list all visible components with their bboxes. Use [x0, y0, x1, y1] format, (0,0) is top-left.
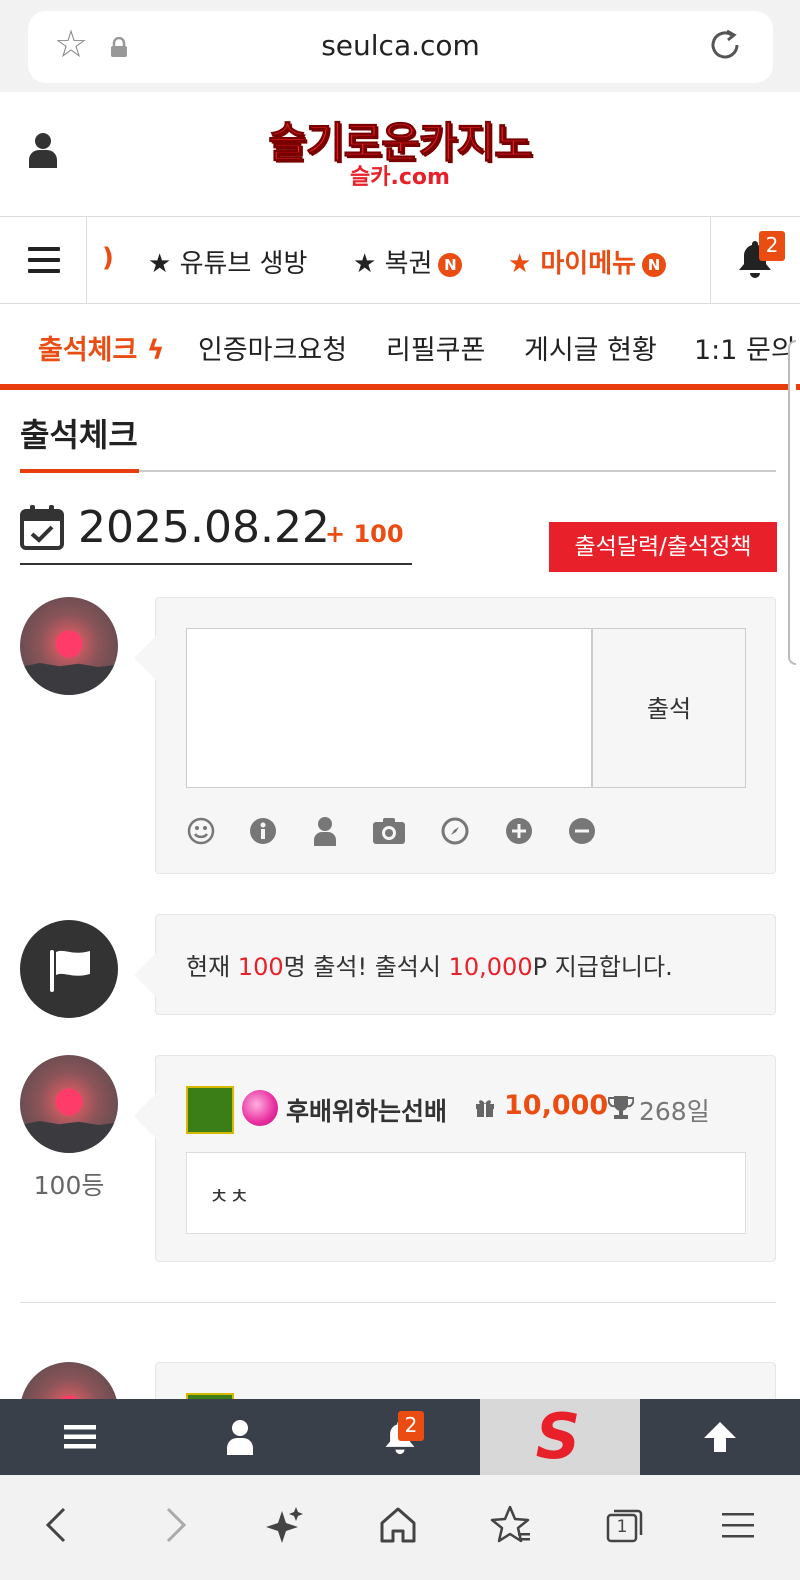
bookmarks-icon[interactable]	[490, 1503, 534, 1547]
nav-item-clipped[interactable]: )	[102, 243, 114, 273]
title-underline	[20, 469, 139, 473]
new-badge: N	[642, 252, 667, 277]
entry-comment: ㅊㅊ	[209, 1185, 250, 1210]
nav-item-youtube[interactable]: ★ 유튜브 생방	[148, 243, 307, 280]
smile-icon[interactable]	[186, 816, 216, 846]
site-header: 슬기로운카지노 슬카.com	[0, 92, 800, 216]
attendance-entry-card: 후배위하는선배 10,000 268일 ㅊㅊ	[134, 1055, 776, 1262]
scrollbar[interactable]	[788, 340, 796, 665]
reload-icon[interactable]	[705, 25, 745, 65]
entry-comment-box: ㅊㅊ	[186, 1152, 746, 1234]
plus-circle-icon[interactable]	[504, 816, 534, 846]
nav-item-label: ★ 유튜브 생방	[148, 249, 308, 279]
notice-card: 현재 100명 출석! 출석시 10,000P 지급합니다.	[134, 914, 776, 1015]
hamburger-icon	[28, 247, 60, 273]
user-icon[interactable]	[310, 816, 340, 846]
ai-sparkle-icon[interactable]	[262, 1503, 306, 1547]
avatar	[20, 597, 118, 695]
notifications-button[interactable]: 2	[710, 217, 800, 303]
browser-address-bar: ☆ seulca.com	[0, 0, 800, 92]
scroll-top-button[interactable]	[640, 1399, 800, 1475]
attendance-date: 2025.08.22	[78, 502, 330, 553]
nav-scroller[interactable]: ) ★ 유튜브 생방 ★ 복권 N ★ 마이메뉴 N	[88, 217, 710, 303]
avatar[interactable]	[20, 1055, 118, 1153]
bottom-home-logo[interactable]: S	[480, 1399, 640, 1475]
url-text[interactable]: seulca.com	[28, 29, 773, 62]
attendance-notice: 현재 100명 출석! 출석시 10,000P 지급합니다.	[186, 953, 673, 981]
lightning-icon: ϟ	[146, 335, 165, 366]
tabs-button[interactable]: 1	[602, 1503, 646, 1547]
tab-certification[interactable]: 인증마크요청	[198, 328, 347, 367]
tab-count: 1	[616, 1517, 628, 1537]
tab-refill-coupon[interactable]: 리필쿠폰	[386, 328, 485, 367]
nav-item-label: ★ 마이메뉴	[508, 249, 637, 279]
rank-label: 100등	[33, 1171, 105, 1200]
site-logo[interactable]: 슬기로운카지노 슬카.com	[255, 118, 545, 198]
flag-avatar	[20, 920, 118, 1018]
browser-menu-icon[interactable]	[716, 1503, 760, 1547]
site-bottom-bar: 2 S	[0, 1399, 800, 1475]
bottom-notifications-button[interactable]: 2	[320, 1399, 480, 1475]
arrow-up-icon	[704, 1422, 736, 1452]
minus-circle-icon[interactable]	[567, 816, 597, 846]
tab-attendance[interactable]: 출석체크 ϟ	[38, 328, 165, 367]
browser-toolbar: 1	[0, 1475, 800, 1580]
attend-submit-button[interactable]: 출석	[592, 628, 746, 788]
comment-input[interactable]	[186, 628, 592, 788]
back-icon[interactable]	[36, 1503, 80, 1547]
hamburger-icon	[64, 1425, 96, 1449]
comment-toolbar	[186, 816, 606, 850]
logo-text: 슬기로운카지노	[268, 118, 533, 167]
user-icon[interactable]	[28, 132, 58, 168]
sub-tabs: 출석체크 ϟ 인증마크요청 리필쿠폰 게시글 현황 1:1 문의	[0, 304, 800, 390]
trophy-icon	[608, 1096, 634, 1119]
attendance-policy-button[interactable]: 출석달력/출석정책	[549, 522, 777, 572]
points-awarded: 10,000	[504, 1090, 609, 1121]
new-badge: N	[438, 252, 463, 277]
gift-icon	[476, 1100, 494, 1117]
bottom-menu-button[interactable]	[0, 1399, 160, 1475]
info-icon[interactable]	[248, 816, 278, 846]
nav-item-label: ★ 복권	[353, 249, 433, 279]
tab-inquiry[interactable]: 1:1 문의	[694, 328, 796, 367]
logo-domain: 슬카.com	[350, 165, 450, 190]
level-badge-icon	[186, 1086, 234, 1134]
main-nav: ) ★ 유튜브 생방 ★ 복권 N ★ 마이메뉴 N 2	[0, 216, 800, 304]
tab-label: 출석체크	[38, 335, 138, 366]
consecutive-days: 268일	[639, 1097, 710, 1126]
camera-icon[interactable]	[372, 816, 406, 846]
nickname[interactable]: 후배위하는선배	[286, 1092, 447, 1128]
date-header: 2025.08.22 + 100	[20, 500, 412, 565]
user-icon	[227, 1420, 253, 1455]
date-bonus: + 100	[325, 520, 404, 548]
notification-count-badge: 2	[759, 231, 785, 261]
calendar-check-icon	[20, 505, 64, 550]
bottom-profile-button[interactable]	[160, 1399, 320, 1475]
rank-orb-icon	[242, 1090, 278, 1126]
flag-icon	[50, 950, 90, 992]
url-field[interactable]: ☆ seulca.com	[28, 11, 773, 83]
site-logo-icon: S	[535, 1400, 581, 1473]
nav-item-mymenu[interactable]: ★ 마이메뉴 N	[508, 243, 667, 280]
menu-button[interactable]	[0, 217, 87, 303]
forward-icon[interactable]	[152, 1503, 196, 1547]
home-icon[interactable]	[376, 1503, 420, 1547]
notification-count-badge: 2	[398, 1411, 424, 1441]
compass-icon[interactable]	[440, 816, 470, 846]
tab-post-status[interactable]: 게시글 현황	[524, 328, 657, 367]
attendance-form-card: 출석	[134, 597, 776, 874]
nav-item-lottery[interactable]: ★ 복권 N	[353, 243, 463, 280]
page-title: 출석체크	[20, 416, 138, 454]
entry-divider	[20, 1302, 776, 1303]
